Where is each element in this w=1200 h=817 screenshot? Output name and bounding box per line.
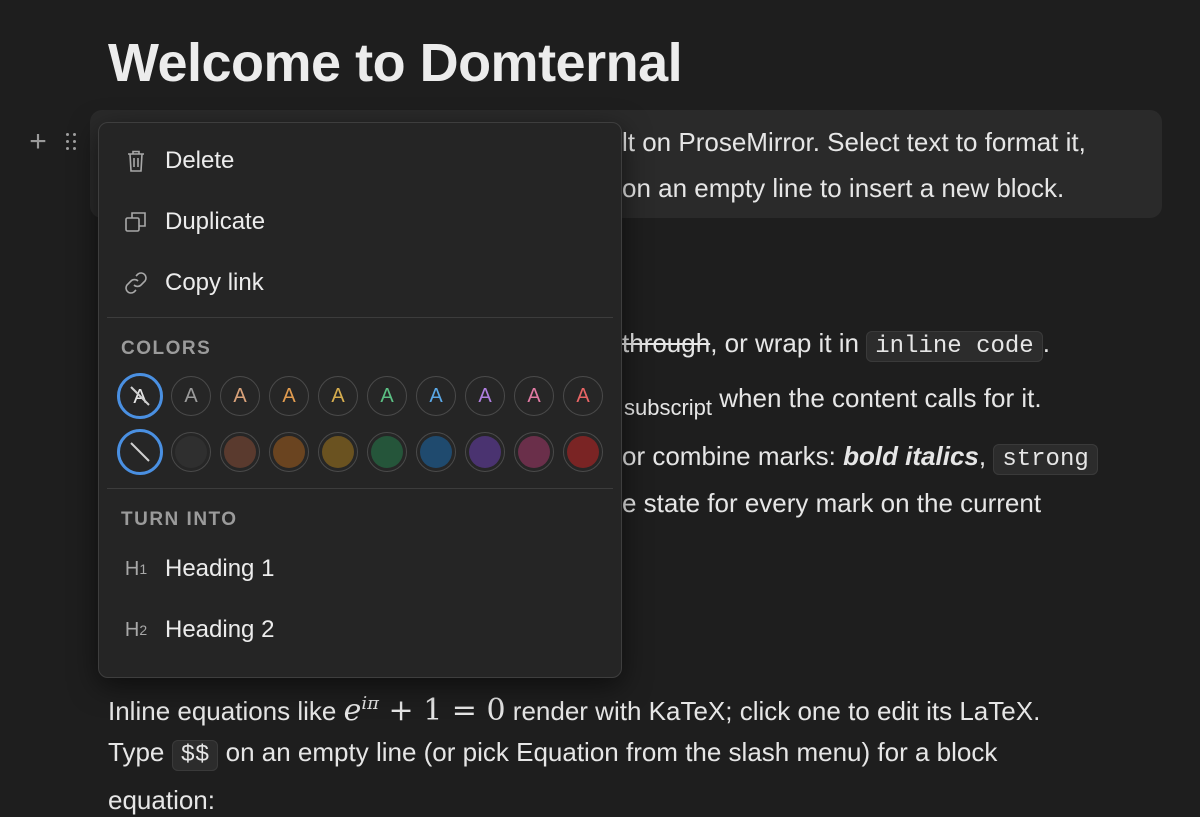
text-run: when the content calls for it. <box>712 383 1042 413</box>
text-color-glyph: A <box>331 384 345 407</box>
text-color-glyph: A <box>380 384 394 407</box>
text-run: Inline equations like <box>108 696 344 726</box>
turn-into-heading-1[interactable]: H1 Heading 1 <box>107 543 611 595</box>
text-color-default-swatch[interactable]: A <box>117 373 163 419</box>
heading-1-icon: H1 <box>107 558 165 581</box>
math-superscript: iπ <box>361 693 379 714</box>
heading-icon-level: 2 <box>139 622 148 638</box>
paragraph-line: on an empty line to insert a new block. <box>622 173 1065 203</box>
menu-divider <box>107 488 613 489</box>
background-color-purple-swatch[interactable] <box>465 432 505 472</box>
menu-item-label: Delete <box>165 147 235 174</box>
text-run: , <box>978 441 994 471</box>
text-color-glyph: A <box>429 384 443 407</box>
paragraph-line: through, or wrap it in inline code. <box>622 327 1050 363</box>
inline-code: strong <box>993 444 1098 475</box>
paragraph-line: subscript when the content calls for it. <box>624 382 1042 420</box>
text-run: Type <box>108 737 172 767</box>
text-color-blue-swatch[interactable]: A <box>416 376 456 416</box>
duplicate-icon <box>107 210 165 234</box>
text-run: render with KaTeX; click one to edit its… <box>505 696 1041 726</box>
text-run: . <box>1042 328 1050 358</box>
menu-item-label: Heading 2 <box>165 616 275 643</box>
text-color-pink-swatch[interactable]: A <box>514 376 554 416</box>
turn-into-heading-2[interactable]: H2 Heading 2 <box>107 604 611 656</box>
background-color-default-swatch[interactable] <box>117 429 163 475</box>
text-run: on an empty line (or pick Equation from … <box>218 737 998 767</box>
subscript-text: subscript <box>624 395 713 420</box>
text-color-glyph: A <box>233 384 247 407</box>
turn-into-section-label: TURN INTO <box>121 509 238 530</box>
delete-menu-item[interactable]: Delete <box>107 135 611 187</box>
text-color-purple-swatch[interactable]: A <box>465 376 505 416</box>
text-color-glyph: A <box>184 384 198 407</box>
add-block-button[interactable]: + <box>26 127 50 157</box>
text-run: or combine marks: <box>622 441 844 471</box>
text-color-gray-swatch[interactable]: A <box>171 376 211 416</box>
text-color-yellow-swatch[interactable]: A <box>318 376 358 416</box>
background-color-pink-swatch[interactable] <box>514 432 554 472</box>
background-color-green-swatch[interactable] <box>367 432 407 472</box>
background-color-red-swatch[interactable] <box>563 432 603 472</box>
heading-icon-letter: H <box>124 557 140 580</box>
background-color-yellow-swatch[interactable] <box>318 432 358 472</box>
paragraph-line: equation: <box>108 785 215 815</box>
drag-handle-icon[interactable] <box>66 133 78 153</box>
trash-icon <box>107 149 165 173</box>
inline-code: $$ <box>171 740 219 771</box>
menu-divider <box>107 317 613 318</box>
block-context-menu: Delete Duplicate Copy link COLORS A A A … <box>98 122 622 678</box>
text-color-green-swatch[interactable]: A <box>367 376 407 416</box>
page-title: Welcome to Domternal <box>108 33 683 93</box>
text-color-red-swatch[interactable]: A <box>563 376 603 416</box>
math-rest: + 1 = 0 <box>388 693 506 728</box>
strikethrough-text: through <box>622 328 711 358</box>
paragraph-line: lt on ProseMirror. Select text to format… <box>622 127 1086 157</box>
text-run: , or wrap it in <box>710 328 867 358</box>
colors-section-label: COLORS <box>121 338 212 359</box>
menu-item-label: Heading 1 <box>165 555 275 582</box>
background-color-blue-swatch[interactable] <box>416 432 456 472</box>
inline-code: inline code <box>866 331 1043 362</box>
inline-equation[interactable]: eiπ + 1 = 0 <box>344 693 506 728</box>
text-color-glyph: A <box>282 384 296 407</box>
text-color-orange-swatch[interactable]: A <box>269 376 309 416</box>
bold-italic-text: bold italics <box>843 441 979 471</box>
link-icon <box>107 271 165 295</box>
menu-item-label: Duplicate <box>165 208 266 235</box>
math-base: e <box>343 693 362 728</box>
background-color-orange-swatch[interactable] <box>269 432 309 472</box>
text-color-glyph: A <box>527 384 541 407</box>
background-color-brown-swatch[interactable] <box>220 432 260 472</box>
heading-icon-letter: H <box>124 618 140 641</box>
paragraph-line: Inline equations like eiπ + 1 = 0 render… <box>108 688 1040 727</box>
copy-link-menu-item[interactable]: Copy link <box>107 257 611 309</box>
paragraph-line: Type $$ on an empty line (or pick Equati… <box>108 736 997 772</box>
text-color-glyph: A <box>576 384 590 407</box>
paragraph-line: e state for every mark on the current <box>622 488 1042 518</box>
duplicate-menu-item[interactable]: Duplicate <box>107 196 611 248</box>
text-color-brown-swatch[interactable]: A <box>220 376 260 416</box>
menu-item-label: Copy link <box>165 269 264 296</box>
paragraph-line: or combine marks: bold italics, strong <box>622 440 1098 476</box>
heading-2-icon: H2 <box>107 619 165 642</box>
text-color-glyph: A <box>478 384 492 407</box>
background-color-gray-swatch[interactable] <box>171 432 211 472</box>
heading-icon-level: 1 <box>139 561 148 577</box>
